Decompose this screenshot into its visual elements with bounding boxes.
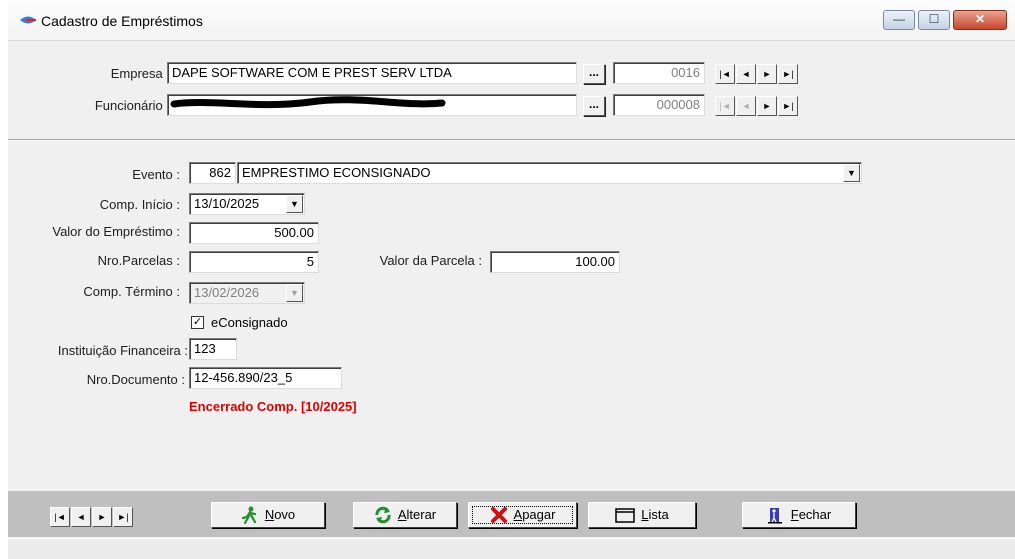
evento-value: EMPRESTIMO ECONSIGNADO	[242, 165, 431, 180]
funcionario-code: 000008	[613, 94, 705, 116]
comp-termino-field: 13/02/2026 ▼	[189, 282, 305, 304]
title-bar: Cadastro de Empréstimos — ☐ ✕	[8, 0, 1015, 41]
bottom-toolbar: |◄ ◄ ► ►| Novo Alterar Apagar Lista Fech…	[8, 491, 1015, 537]
empresa-first-button[interactable]: |◄	[715, 64, 735, 84]
valor-emprestimo-field[interactable]: 500.00	[189, 222, 319, 244]
apagar-button[interactable]: Apagar	[468, 502, 577, 528]
instituicao-field[interactable]: 123	[189, 338, 237, 360]
refresh-icon	[375, 506, 391, 524]
novo-button[interactable]: Novo	[211, 502, 325, 528]
first-record-button[interactable]: |◄	[50, 507, 70, 527]
funcionario-label: Funcionário :	[94, 98, 170, 113]
fechar-button[interactable]: Fechar	[742, 502, 856, 528]
empresa-field[interactable]: DAPE SOFTWARE COM E PREST SERV LTDA	[167, 62, 577, 84]
evento-select[interactable]: EMPRESTIMO ECONSIGNADO ▼	[237, 162, 862, 184]
funcionario-nav: |◄ ◄ ► ►|	[715, 96, 799, 118]
comp-termino-value: 13/02/2026	[194, 285, 260, 300]
last-record-button[interactable]: ►|	[113, 507, 133, 527]
valor-emprestimo-label: Valor do Empréstimo :	[52, 224, 180, 239]
record-nav: |◄ ◄ ► ►|	[50, 507, 134, 527]
comp-termino-label: Comp. Término :	[83, 284, 180, 299]
running-man-icon	[241, 506, 256, 524]
lista-button[interactable]: Lista	[588, 502, 696, 528]
comp-inicio-label: Comp. Início :	[99, 197, 180, 212]
chevron-down-icon[interactable]: ▼	[843, 164, 860, 182]
comp-inicio-field[interactable]: 13/10/2025 ▼	[189, 193, 305, 215]
nro-parcelas-label: Nro.Parcelas :	[97, 253, 180, 268]
nro-documento-field[interactable]: 12-456.890/23_5	[189, 367, 342, 389]
funcionario-field[interactable]	[167, 94, 577, 116]
funcionario-first-button[interactable]: |◄	[715, 96, 735, 116]
empresa-nav: |◄ ◄ ► ►|	[715, 64, 799, 86]
funcionario-next-button[interactable]: ►	[757, 96, 777, 116]
status-bar	[8, 538, 1015, 559]
minimize-button[interactable]: —	[883, 10, 915, 30]
status-message: Encerrado Comp. [10/2025]	[189, 399, 357, 414]
evento-label: Evento :	[132, 167, 180, 182]
chevron-down-icon[interactable]: ▼	[286, 195, 303, 213]
valor-parcela-field[interactable]: 100.00	[490, 251, 620, 273]
empresa-browse-button[interactable]: ...	[583, 64, 605, 84]
alterar-button[interactable]: Alterar	[353, 502, 457, 528]
empresa-code: 0016	[613, 62, 705, 84]
empresa-label: Empresa :	[110, 66, 170, 81]
exit-door-icon	[767, 508, 782, 524]
list-window-icon	[615, 508, 636, 523]
nro-parcelas-field[interactable]: 5	[189, 251, 319, 273]
window-title: Cadastro de Empréstimos	[41, 13, 203, 29]
empresa-prev-button[interactable]: ◄	[736, 64, 756, 84]
next-record-button[interactable]: ►	[92, 507, 112, 527]
maximize-button[interactable]: ☐	[918, 10, 950, 30]
econsignado-checkbox[interactable]: ✓	[191, 316, 204, 329]
chevron-down-icon: ▼	[286, 284, 303, 302]
close-button[interactable]: ✕	[953, 10, 1007, 30]
instituicao-label: Instituição Financeira :	[57, 343, 188, 358]
redaction-mark	[170, 96, 446, 109]
empresa-last-button[interactable]: ►|	[778, 64, 798, 84]
funcionario-prev-button[interactable]: ◄	[736, 96, 756, 116]
funcionario-last-button[interactable]: ►|	[778, 96, 798, 116]
prev-record-button[interactable]: ◄	[71, 507, 91, 527]
econsignado-label: eConsignado	[211, 315, 288, 330]
evento-code[interactable]: 862	[189, 162, 236, 184]
app-arrow-icon	[20, 16, 36, 24]
delete-x-icon	[490, 507, 507, 523]
nro-documento-label: Nro.Documento :	[86, 372, 185, 387]
funcionario-browse-button[interactable]: ...	[583, 96, 605, 116]
divider	[8, 139, 1015, 141]
comp-inicio-value: 13/10/2025	[194, 196, 260, 211]
valor-parcela-label: Valor da Parcela :	[379, 253, 482, 268]
empresa-next-button[interactable]: ►	[757, 64, 777, 84]
